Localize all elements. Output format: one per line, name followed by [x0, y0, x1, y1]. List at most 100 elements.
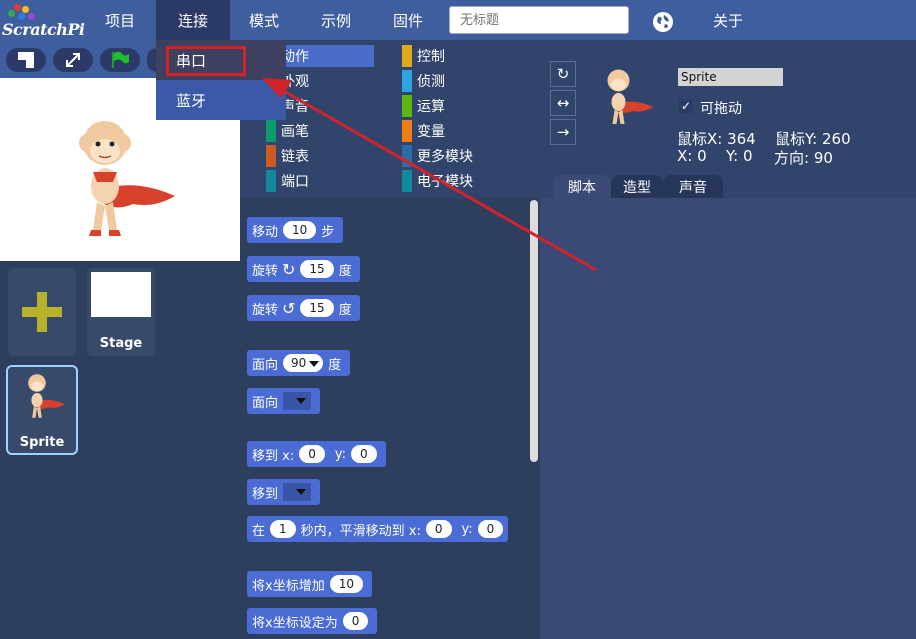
category-swatch: [266, 120, 276, 142]
block-unit: 度: [328, 357, 342, 373]
category-label: 画笔: [281, 124, 309, 140]
block-label: 在: [252, 523, 266, 539]
turn-left-block[interactable]: 旋转 ↺ 15 度: [247, 295, 360, 321]
category-swatch: [402, 70, 412, 92]
glide-block[interactable]: 在 1 秒内，平滑移动到 x: 0 y: 0: [247, 516, 509, 542]
menu-mode[interactable]: 模式: [244, 0, 284, 40]
add-sprite-button[interactable]: [8, 268, 76, 356]
menu-firmware[interactable]: 固件: [388, 0, 428, 40]
logo-text: ScratchPi: [2, 20, 85, 39]
block-number-input[interactable]: 0: [342, 612, 369, 630]
category-label: 链表: [281, 149, 309, 165]
category-sensing[interactable]: 侦测: [402, 70, 445, 92]
language-globe-icon[interactable]: [653, 12, 673, 32]
point-in-direction-block[interactable]: 面向 90 度: [247, 350, 350, 376]
goto-block[interactable]: 移到: [247, 479, 321, 505]
category-list[interactable]: 链表: [266, 145, 309, 167]
category-variables[interactable]: 变量: [402, 120, 445, 142]
sprite-tile[interactable]: Sprite: [6, 365, 78, 455]
category-label: 端口: [281, 174, 309, 190]
direction-readout: 方向: 90: [774, 149, 833, 167]
annotation-highlight-box: [166, 46, 246, 76]
tab-sounds[interactable]: 声音: [663, 175, 723, 198]
script-area[interactable]: [540, 198, 916, 639]
x-input[interactable]: 0: [299, 445, 325, 463]
menu-connect[interactable]: 连接: [156, 0, 230, 40]
tab-scripts[interactable]: 脚本: [553, 175, 611, 198]
fullscreen-icon: [66, 53, 80, 67]
sprite-info-thumbnail: [607, 69, 654, 124]
y-input[interactable]: 0: [477, 520, 504, 538]
category-electronics[interactable]: 电子模块: [402, 170, 473, 192]
category-label: 电子模块: [417, 174, 473, 190]
menu-item-bluetooth[interactable]: 蓝牙: [156, 80, 286, 120]
mouse-y-readout: 鼠标Y: 260: [775, 130, 851, 148]
x-input[interactable]: 0: [425, 520, 452, 538]
category-port[interactable]: 端口: [266, 170, 309, 192]
seconds-input[interactable]: 1: [270, 520, 296, 538]
stage-tile[interactable]: Stage: [87, 268, 155, 356]
block-unit: 度: [338, 263, 352, 279]
block-number-input[interactable]: 15: [300, 299, 334, 317]
sprite-y-readout: Y: 0: [726, 147, 753, 165]
stage-thumbnail: [91, 272, 151, 317]
mouse-x-readout: 鼠标X: 364: [677, 130, 756, 148]
goto-xy-block[interactable]: 移到 x: 0 y: 0: [247, 441, 386, 467]
block-label: 旋转: [252, 302, 279, 318]
menu-about[interactable]: 关于: [708, 0, 748, 40]
category-swatch: [402, 170, 412, 192]
block-label: 移到: [252, 486, 279, 502]
block-number-input[interactable]: 10: [283, 221, 317, 239]
category-label: 控制: [417, 49, 445, 65]
block-label: 旋转: [252, 263, 279, 279]
change-x-block[interactable]: 将x坐标增加 10: [247, 571, 373, 597]
block-label: 秒内，平滑移动到 x:: [300, 523, 421, 539]
category-operators[interactable]: 运算: [402, 95, 445, 117]
draggable-label: 可拖动: [700, 101, 742, 117]
move-steps-block[interactable]: 移动 10 步: [247, 217, 343, 243]
category-control[interactable]: 控制: [402, 45, 445, 67]
block-label: 面向: [252, 395, 279, 411]
menu-examples[interactable]: 示例: [316, 0, 356, 40]
sprite-name-input[interactable]: Sprite: [678, 68, 783, 86]
small-stage-button[interactable]: [6, 48, 46, 72]
block-number-input[interactable]: 15: [300, 260, 334, 278]
block-label: 移动: [252, 224, 279, 240]
chevron-down-icon: [296, 489, 307, 495]
sprite-tile-label: Sprite: [19, 435, 65, 450]
tab-costumes[interactable]: 造型: [611, 175, 663, 198]
block-label: 面向: [252, 357, 279, 373]
set-x-block[interactable]: 将x坐标设定为 0: [247, 608, 378, 634]
scratchpi-logo: ScratchPi: [2, 4, 86, 39]
block-label: y:: [461, 521, 473, 537]
palette-scrollbar[interactable]: [530, 200, 538, 462]
rotation-none-button[interactable]: →: [550, 119, 576, 145]
sprite-thumbnail: [28, 374, 65, 418]
draggable-checkbox[interactable]: ✓: [679, 99, 693, 113]
block-label: y:: [334, 446, 346, 462]
menu-project[interactable]: 项目: [100, 0, 140, 40]
green-flag-button[interactable]: [100, 48, 140, 72]
category-pen[interactable]: 画笔: [266, 120, 309, 142]
target-dropdown[interactable]: [283, 483, 312, 501]
project-title-input[interactable]: [449, 6, 629, 34]
category-swatch: [266, 170, 276, 192]
fullscreen-button[interactable]: [53, 48, 93, 72]
target-dropdown[interactable]: [283, 392, 312, 410]
rotate-cw-icon: ↻: [282, 259, 296, 279]
turn-right-block[interactable]: 旋转 ↻ 15 度: [247, 256, 360, 282]
category-swatch: [402, 95, 412, 117]
direction-dropdown[interactable]: 90: [283, 354, 324, 372]
category-more-blocks[interactable]: 更多模块: [402, 145, 473, 167]
block-label: 将x坐标增加: [252, 578, 325, 594]
rotation-all-around-button[interactable]: ↻: [550, 61, 576, 87]
category-label: 更多模块: [417, 149, 473, 165]
chevron-down-icon: [296, 398, 307, 404]
y-input[interactable]: 0: [351, 445, 377, 463]
block-label: 将x坐标设定为: [252, 615, 338, 631]
left-right-icon: ↔: [556, 94, 570, 112]
block-number-input[interactable]: 10: [329, 575, 363, 593]
point-towards-block[interactable]: 面向: [247, 388, 321, 414]
block-label: 移到 x:: [252, 448, 295, 464]
rotation-left-right-button[interactable]: ↔: [550, 90, 576, 116]
